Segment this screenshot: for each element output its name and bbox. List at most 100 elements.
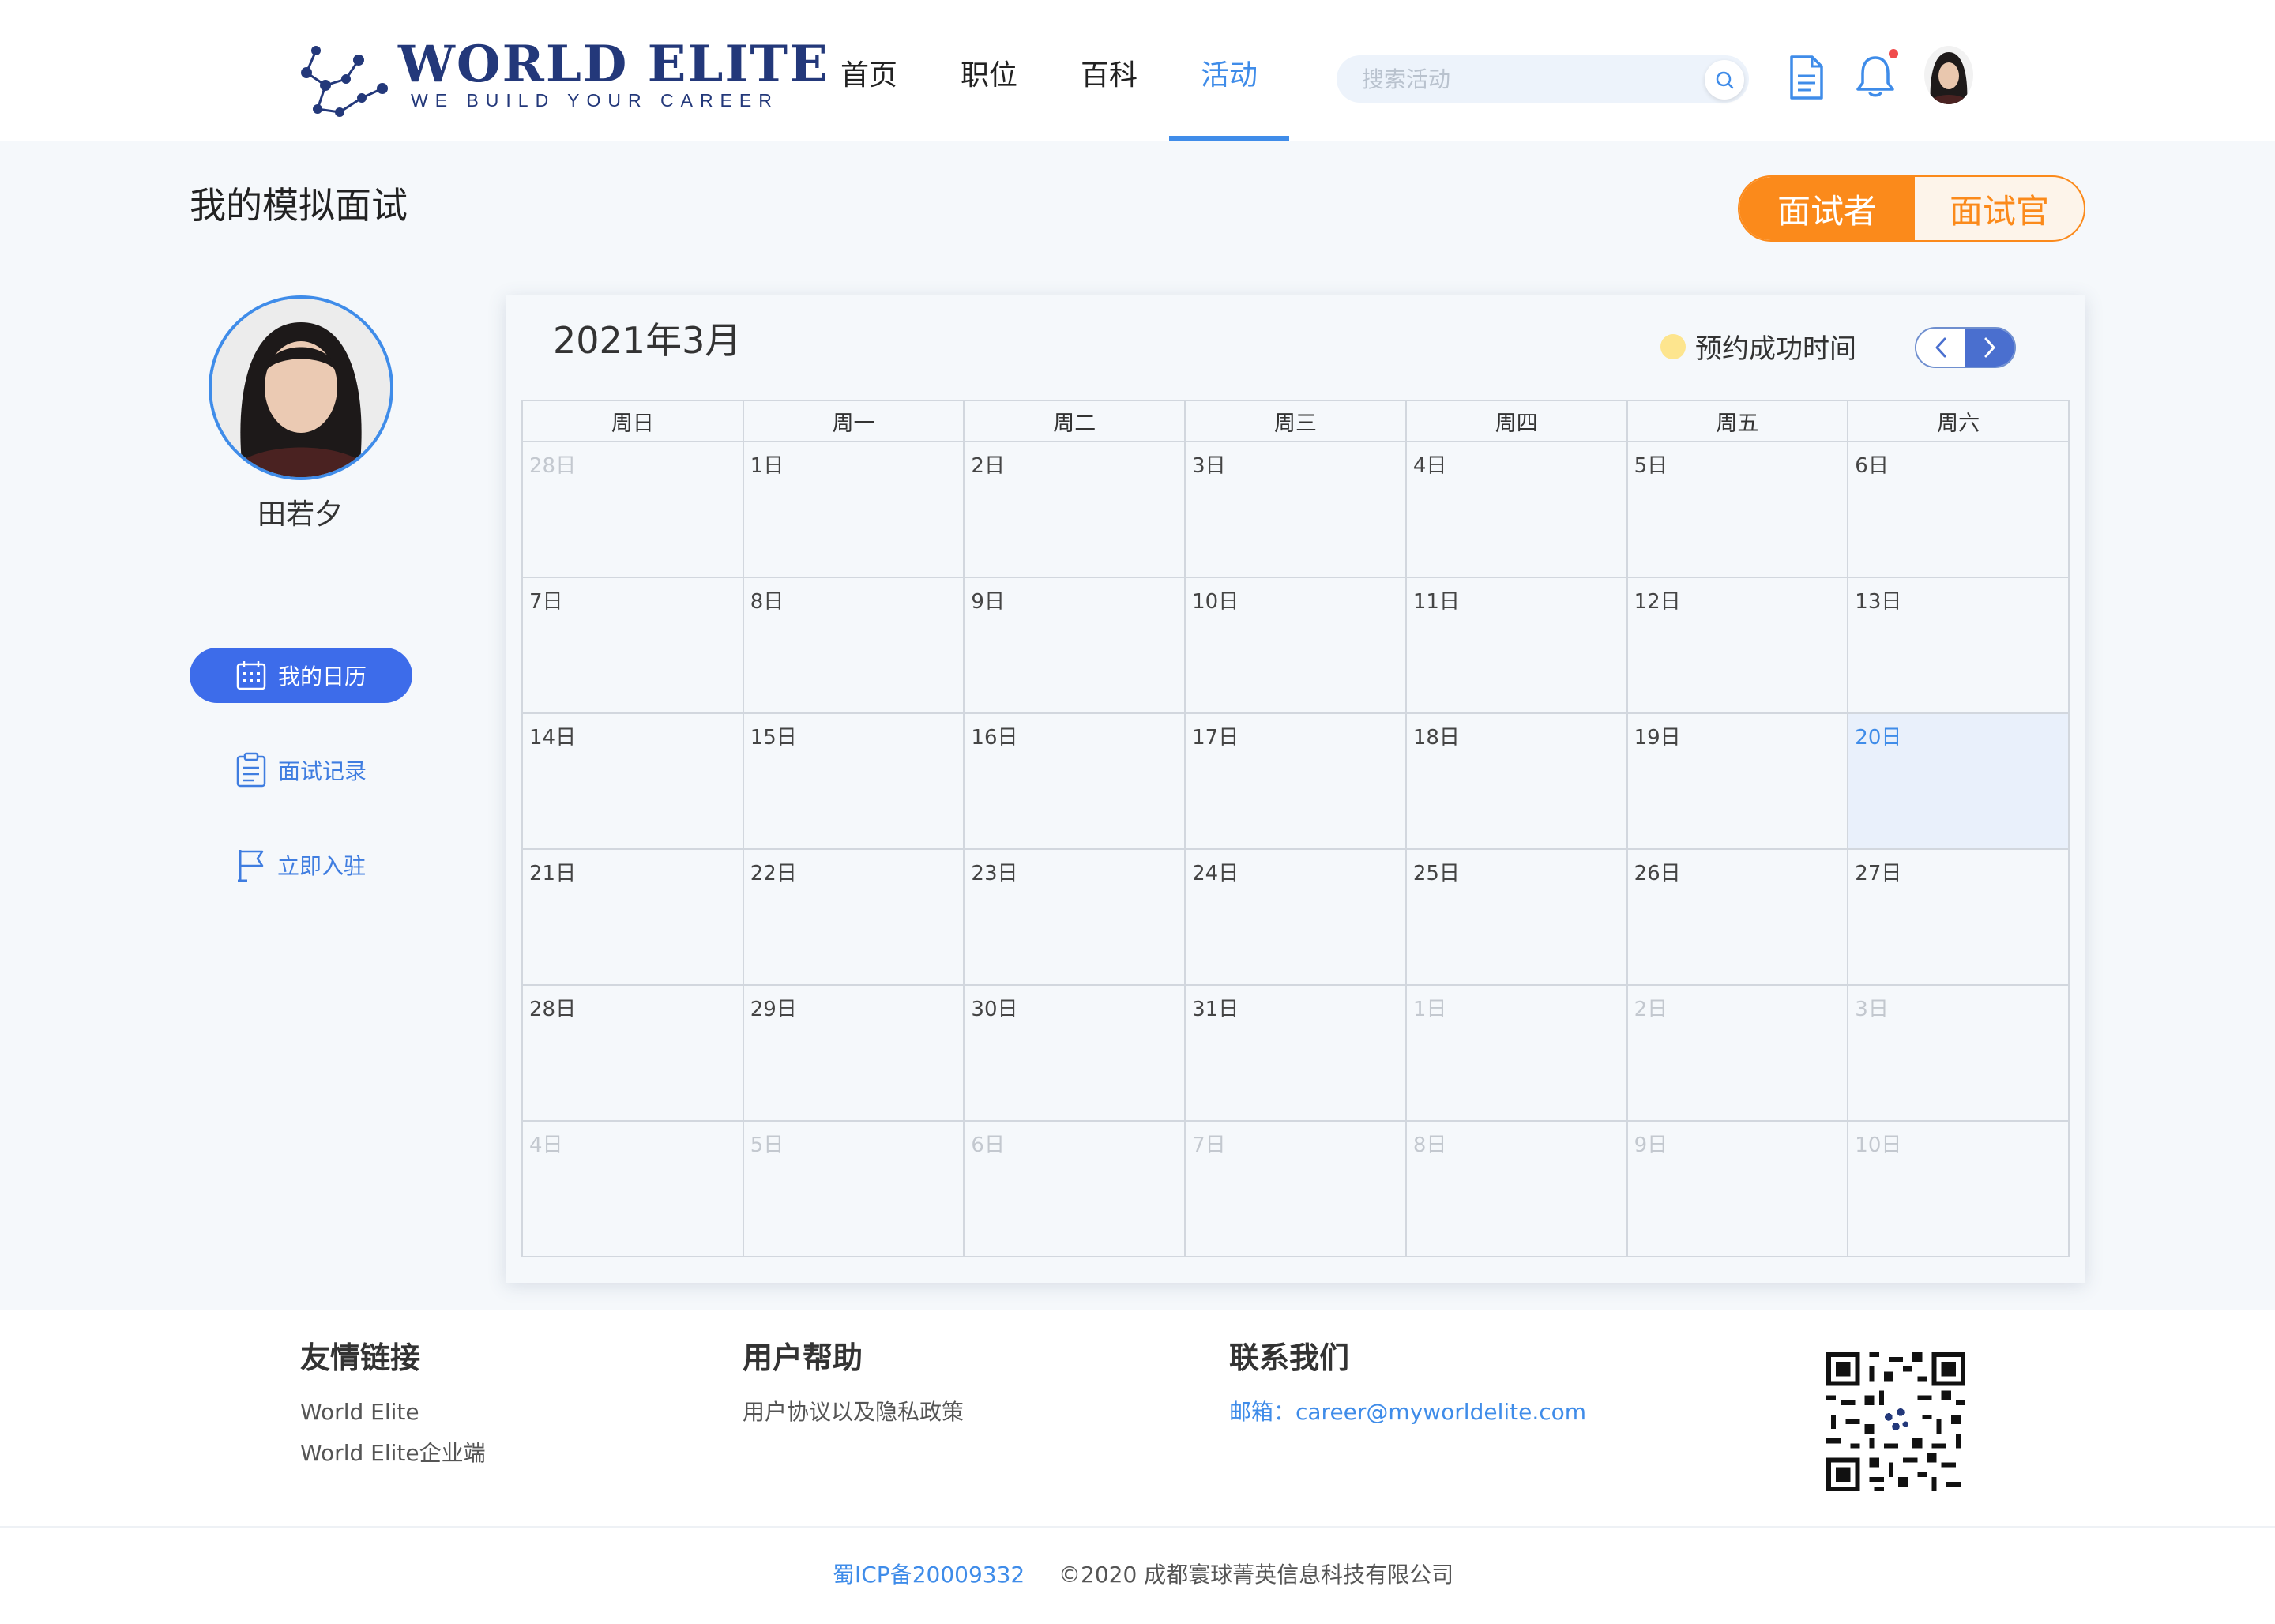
friend-link-world-elite-enterprise[interactable]: World Elite企业端 — [300, 1439, 486, 1468]
calendar-day-label: 3日 — [1192, 454, 1226, 478]
calendar-day-cell[interactable]: 7日 — [523, 578, 744, 714]
active-nav-indicator — [1169, 136, 1289, 141]
calendar-day-label: 6日 — [971, 1133, 1005, 1157]
search-icon — [1716, 71, 1734, 89]
calendar-day-label: 20日 — [1855, 726, 1902, 750]
search-button[interactable] — [1705, 60, 1744, 100]
calendar-day-cell[interactable]: 6日 — [1848, 442, 2070, 578]
top-header: WORLD ELITE WE BUILD YOUR CAREER 首页 职位 百… — [0, 0, 2275, 141]
calendar-day-cell[interactable]: 11日 — [1406, 578, 1628, 714]
calendar-day-cell[interactable]: 5日 — [1627, 442, 1849, 578]
calendar-day-cell[interactable]: 4日 — [1406, 442, 1628, 578]
calendar-day-cell[interactable]: 22日 — [743, 850, 965, 986]
calendar-day-cell[interactable]: 10日 — [1848, 1122, 2070, 1257]
calendar-day-cell[interactable]: 5日 — [743, 1122, 965, 1257]
calendar-day-cell[interactable]: 13日 — [1848, 578, 2070, 714]
calendar-day-cell[interactable]: 28日 — [523, 986, 744, 1122]
calendar-day-label: 2日 — [971, 454, 1005, 478]
document-button[interactable] — [1784, 52, 1828, 103]
calendar-day-cell[interactable]: 15日 — [743, 714, 965, 850]
calendar-day-cell[interactable]: 17日 — [1186, 714, 1407, 850]
calendar-day-cell[interactable]: 31日 — [1186, 986, 1407, 1122]
calendar-day-label: 8日 — [1412, 1133, 1447, 1157]
prev-month-button[interactable] — [1916, 329, 1965, 367]
calendar-day-cell[interactable]: 24日 — [1186, 850, 1407, 986]
calendar-day-cell[interactable]: 26日 — [1627, 850, 1849, 986]
join-now-button[interactable]: 立即入驻 — [190, 837, 412, 893]
calendar-day-cell[interactable]: 7日 — [1186, 1122, 1407, 1257]
calendar-day-label: 29日 — [750, 998, 797, 1021]
calendar-day-label: 9日 — [971, 590, 1005, 614]
header-avatar[interactable] — [1924, 46, 1973, 104]
document-icon — [1790, 55, 1823, 100]
calendar-day-cell[interactable]: 1日 — [1406, 986, 1628, 1122]
calendar-day-cell[interactable]: 23日 — [965, 850, 1186, 986]
interview-records-button[interactable]: 面试记录 — [190, 742, 412, 798]
calendar-day-cell[interactable]: 8日 — [1406, 1122, 1628, 1257]
notifications-button[interactable] — [1853, 52, 1897, 100]
calendar-day-label: 14日 — [529, 726, 577, 750]
interviewee-role-button[interactable]: 面试者 — [1739, 177, 1915, 240]
interviewer-role-button[interactable]: 面试官 — [1915, 177, 2084, 240]
calendar-day-label: 1日 — [1412, 998, 1447, 1021]
friend-link-world-elite[interactable]: World Elite — [300, 1398, 419, 1427]
user-photo-icon — [1924, 46, 1973, 104]
contact-email-link[interactable]: 邮箱：career@myworldelite.com — [1229, 1398, 1586, 1427]
calendar-day-cell[interactable]: 30日 — [965, 986, 1186, 1122]
search-input[interactable] — [1360, 55, 1692, 103]
calendar-day-cell[interactable]: 14日 — [523, 714, 744, 850]
flag-icon — [237, 850, 264, 882]
icp-link[interactable]: 蜀ICP备20009332 — [833, 1561, 1025, 1589]
calendar-day-cell[interactable]: 6日 — [965, 1122, 1186, 1257]
calendar-day-label: 2日 — [1634, 998, 1668, 1021]
privacy-policy-link[interactable]: 用户协议以及隐私政策 — [743, 1398, 964, 1427]
calendar-day-cell[interactable]: 3日 — [1186, 442, 1407, 578]
calendar-day-label: 3日 — [1855, 998, 1889, 1021]
calendar-day-cell[interactable]: 10日 — [1186, 578, 1407, 714]
calendar-day-cell[interactable]: 27日 — [1848, 850, 2070, 986]
calendar-day-cell[interactable]: 29日 — [743, 986, 965, 1122]
calendar-day-label: 19日 — [1634, 726, 1681, 750]
weekday-header: 周日 周一 周二 周三 周四 周五 周六 — [523, 401, 2070, 442]
calendar-day-cell[interactable]: 1日 — [743, 442, 965, 578]
calendar-day-label: 6日 — [1855, 454, 1889, 478]
calendar-day-cell[interactable]: 2日 — [965, 442, 1186, 578]
user-portrait-icon — [212, 299, 390, 477]
calendar-day-cell[interactable]: 12日 — [1627, 578, 1849, 714]
calendar-day-cell[interactable]: 2日 — [1627, 986, 1849, 1122]
calendar-day-cell[interactable]: 21日 — [523, 850, 744, 986]
calendar-day-cell[interactable]: 8日 — [743, 578, 965, 714]
calendar-day-cell[interactable]: 18日 — [1406, 714, 1628, 850]
molecule-logo-icon — [301, 46, 388, 117]
footer-divider — [0, 1526, 2275, 1528]
calendar-day-cell[interactable]: 9日 — [1627, 1122, 1849, 1257]
clipboard-icon — [236, 752, 266, 788]
calendar-day-cell[interactable]: 25日 — [1406, 850, 1628, 986]
calendar-day-cell[interactable]: 3日 — [1848, 986, 2070, 1122]
user-help-title: 用户帮助 — [743, 1340, 863, 1375]
calendar-day-cell-today[interactable]: 20日 — [1848, 714, 2070, 850]
calendar-day-cell[interactable]: 9日 — [965, 578, 1186, 714]
calendar-legend: 预约成功时间 — [1660, 327, 1856, 366]
calendar-day-cell[interactable]: 28日 — [523, 442, 744, 578]
my-calendar-button[interactable]: 我的日历 — [190, 648, 412, 703]
calendar-week-row: 7日 8日 9日 10日 11日 12日 13日 — [523, 578, 2070, 714]
calendar-day-label: 31日 — [1192, 998, 1239, 1021]
calendar-day-label: 8日 — [750, 590, 784, 614]
nav-home[interactable]: 首页 — [840, 57, 897, 95]
interview-records-label: 面试记录 — [277, 758, 367, 784]
calendar-month-label: 2021年3月 — [553, 319, 742, 362]
calendar-day-cell[interactable]: 4日 — [523, 1122, 744, 1257]
nav-activities[interactable]: 活动 — [1201, 57, 1258, 95]
nav-wiki[interactable]: 百科 — [1081, 57, 1138, 95]
calendar-day-cell[interactable]: 19日 — [1627, 714, 1849, 850]
calendar-day-label: 26日 — [1634, 862, 1681, 885]
logo-title: WORLD ELITE — [398, 35, 829, 94]
calendar-day-label: 25日 — [1412, 862, 1460, 885]
calendar-day-cell[interactable]: 16日 — [965, 714, 1186, 850]
world-elite-logo[interactable]: WORLD ELITE WE BUILD YOUR CAREER — [294, 32, 828, 126]
nav-jobs[interactable]: 职位 — [961, 57, 1017, 95]
calendar-day-label: 5日 — [1634, 454, 1668, 478]
next-month-button[interactable] — [1965, 329, 2014, 367]
booked-legend-label: 预约成功时间 — [1695, 333, 1856, 365]
